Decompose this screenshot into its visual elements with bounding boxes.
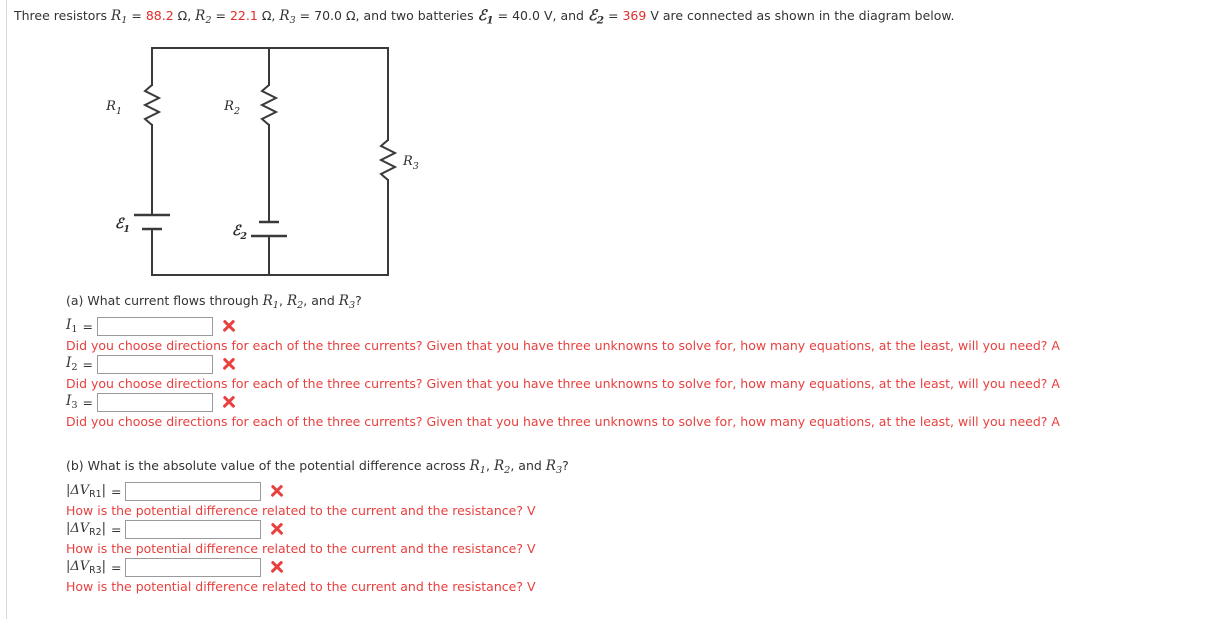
part-a-prompt-r3: R3: [338, 293, 356, 312]
emf2-unit: V: [650, 8, 659, 23]
r3-symbol: R3: [279, 8, 296, 27]
answer-row: I1 =: [66, 316, 1060, 336]
feedback-i1: Did you choose directions for each of th…: [66, 338, 1060, 354]
emf2-value: 369: [622, 8, 647, 23]
circuit-label-emf1: ℰ1: [115, 216, 130, 235]
equals-sign: =: [82, 318, 94, 334]
answer-group-dvr2: |ΔVR2| = How is the potential difference…: [66, 519, 569, 557]
answer-row: |ΔVR1| =: [66, 481, 569, 501]
incorrect-icon: [270, 484, 284, 498]
answer-label-dvr1: |ΔVR1|: [66, 482, 106, 500]
resistor-r1-zigzag: [142, 84, 162, 126]
answer-input-i1[interactable]: [97, 316, 214, 336]
equals-sign: =: [110, 521, 122, 537]
answer-group-i2: I2 = Did you choose directions for each …: [66, 354, 1060, 392]
answer-group-i3: I3 = Did you choose directions for each …: [66, 392, 1060, 430]
r3-equals: =: [299, 8, 311, 23]
answer-row: |ΔVR2| =: [66, 519, 569, 539]
part-b-prompt-and: and: [518, 458, 542, 473]
answer-label-dvr3: |ΔVR3|: [66, 558, 106, 576]
part-a-prompt: (a) What current flows through R1, R2, a…: [66, 293, 362, 312]
part-b-answer-list: |ΔVR1| = How is the potential difference…: [66, 481, 569, 595]
circuit-label-r3: R3: [402, 154, 419, 172]
resistor-r2-zigzag: [259, 84, 279, 126]
r2-equals: =: [215, 8, 226, 23]
part-a-answer-list: I1 = Did you choose directions for each …: [66, 316, 1060, 430]
answer-row: I2 =: [66, 354, 1060, 374]
problem-statement: Three resistors R1 = 88.2 Ω, R2 = 22.1 Ω…: [14, 8, 1194, 29]
answer-input-i3[interactable]: [97, 392, 214, 412]
answer-row: I3 =: [66, 392, 1060, 412]
part-b-prompt-r3: R3: [545, 458, 563, 477]
answer-group-dvr3: |ΔVR3| = How is the potential difference…: [66, 557, 569, 595]
incorrect-icon: [270, 560, 284, 574]
statement-tail: are connected as shown in the diagram be…: [662, 8, 955, 23]
r2-symbol: R2: [195, 8, 212, 27]
feedback-dvr2: How is the potential difference related …: [66, 541, 536, 557]
r1-value: 88.2: [145, 8, 174, 23]
r2-value: 22.1: [229, 8, 258, 23]
part-b-prompt: (b) What is the absolute value of the po…: [66, 458, 569, 477]
part-b-block: (b) What is the absolute value of the po…: [66, 458, 569, 595]
part-b-prompt-r1: R1: [469, 458, 486, 477]
answer-input-i2[interactable]: [97, 354, 214, 374]
part-b-prompt-r2: R2: [493, 458, 511, 477]
circuit-diagram: R1 R2 R3 ℰ1 ℰ2: [100, 34, 440, 289]
r1-symbol: R1: [111, 8, 128, 27]
r1-unit: Ω,: [177, 8, 192, 23]
circuit-label-r2: R2: [223, 99, 240, 117]
incorrect-icon: [222, 319, 236, 333]
answer-input-dvr3[interactable]: [125, 557, 262, 577]
feedback-i2: Did you choose directions for each of th…: [66, 376, 1060, 392]
statement-mid: and two batteries: [363, 8, 474, 23]
answer-row: |ΔVR3| =: [66, 557, 569, 577]
feedback-dvr3: How is the potential difference related …: [66, 579, 536, 595]
page-left-divider: [6, 0, 7, 619]
part-a-prompt-text: (a) What current flows through: [66, 293, 259, 308]
r1-equals: =: [131, 8, 142, 23]
emf1-symbol: ℰ1: [477, 7, 494, 27]
part-b-prompt-text: (b) What is the absolute value of the po…: [66, 458, 466, 473]
equals-sign: =: [110, 483, 122, 499]
feedback-i3: Did you choose directions for each of th…: [66, 414, 1060, 430]
part-a-prompt-and: and: [311, 293, 335, 308]
r3-value: 70.0: [314, 8, 342, 23]
emf1-value: 40.0: [512, 8, 540, 23]
r2-unit: Ω,: [261, 8, 276, 23]
equals-sign: =: [82, 394, 94, 410]
answer-input-dvr2[interactable]: [125, 519, 262, 539]
emf2-symbol: ℰ2: [587, 7, 605, 27]
resistor-r3-zigzag: [378, 139, 398, 181]
answer-label-dvr2: |ΔVR2|: [66, 520, 106, 538]
statement-lead: Three resistors: [14, 8, 108, 23]
answer-input-dvr1[interactable]: [125, 481, 262, 501]
answer-label-i3: I3: [66, 393, 78, 412]
answer-group-i1: I1 = Did you choose directions for each …: [66, 316, 1060, 354]
emf1-equals: =: [497, 8, 509, 23]
answer-group-dvr1: |ΔVR1| = How is the potential difference…: [66, 481, 569, 519]
equals-sign: =: [82, 356, 94, 372]
circuit-label-r1: R1: [105, 99, 122, 117]
part-a-prompt-r2: R2: [286, 293, 304, 312]
feedback-dvr1: How is the potential difference related …: [66, 503, 536, 519]
answer-label-i2: I2: [66, 355, 78, 374]
r3-unit: Ω,: [345, 8, 360, 23]
part-a-prompt-r1: R1: [262, 293, 279, 312]
emf2-equals: =: [608, 8, 619, 23]
answer-label-i1: I1: [66, 317, 78, 336]
incorrect-icon: [270, 522, 284, 536]
part-a-block: (a) What current flows through R1, R2, a…: [66, 293, 1060, 430]
statement-and: and: [560, 8, 584, 23]
incorrect-icon: [222, 395, 236, 409]
equals-sign: =: [110, 559, 122, 575]
emf1-unit: V,: [543, 8, 557, 23]
incorrect-icon: [222, 357, 236, 371]
circuit-label-emf2: ℰ2: [232, 223, 247, 242]
